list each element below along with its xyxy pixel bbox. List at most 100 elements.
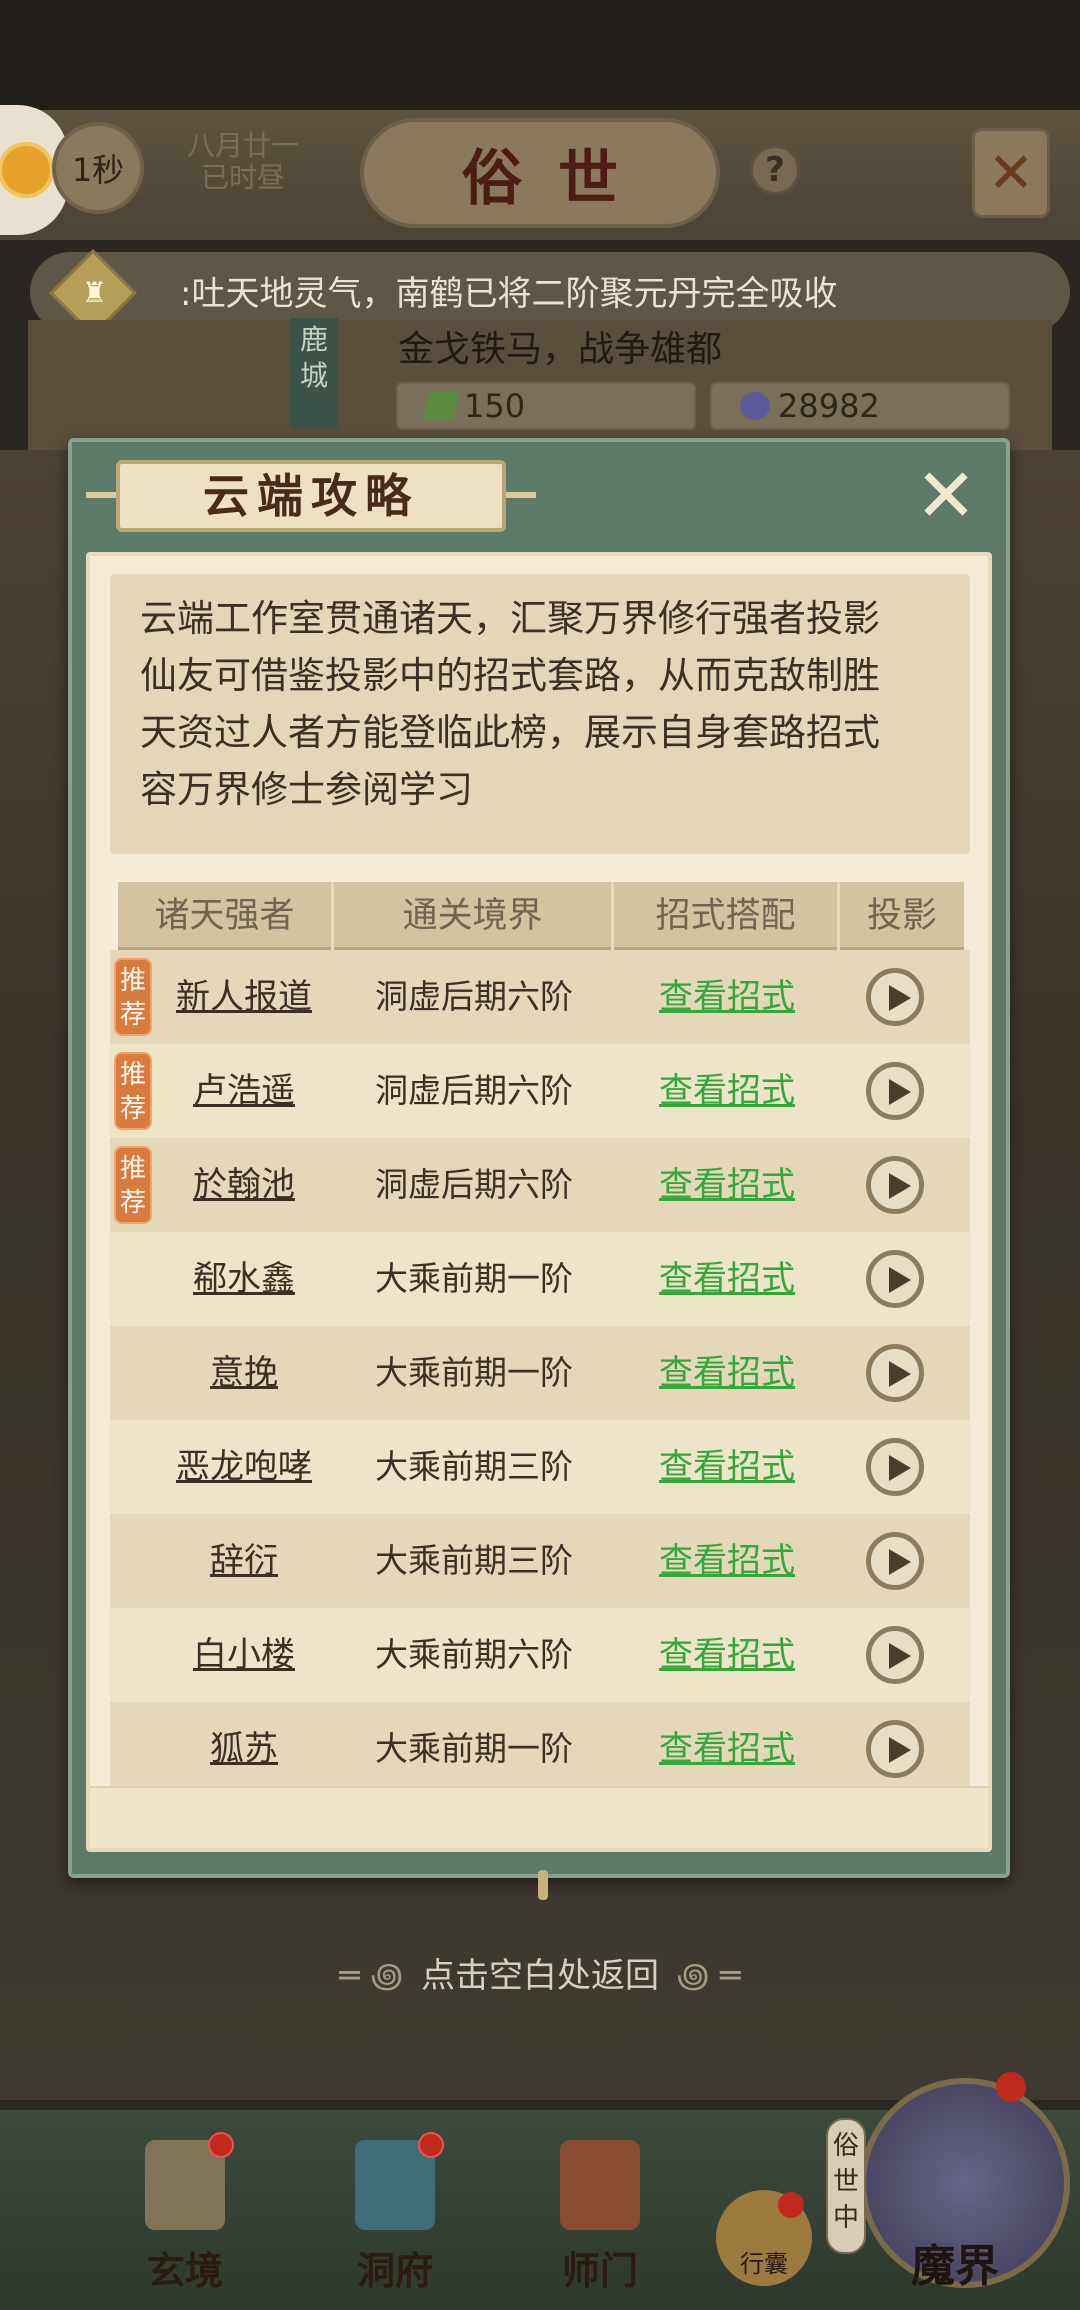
player-realm: 大乘前期六阶 [375,1635,573,1674]
resource-coin-value: 28982 [778,387,880,425]
notification-dot [418,2132,444,2158]
play-icon[interactable] [866,1156,924,1214]
player-realm: 大乘前期三阶 [375,1541,573,1580]
column-header-player: 诸天强者 [118,882,334,950]
nav-item-sect[interactable]: 师门 [535,2130,665,2300]
nav-item-mystic-realm[interactable]: 玄境 [120,2130,250,2300]
table-header: 诸天强者 通关境界 招式搭配 投影 [118,882,964,950]
current-world-tag: 俗世中 [826,2118,866,2254]
table-row: 推荐 於翰池 洞虚后期六阶 查看招式 [110,1138,970,1232]
description-line: 天资过人者方能登临此榜，展示自身套路招式 [140,711,880,754]
description-line: 容万界修士参阅学习 [140,768,473,811]
player-realm: 大乘前期一阶 [375,1353,573,1392]
jade-icon [423,392,459,420]
coin-icon [740,392,770,420]
player-name-link[interactable]: 意挽 [154,1326,334,1420]
nav-item-cave[interactable]: 洞府 [330,2130,460,2300]
player-name-link[interactable]: 白小楼 [154,1608,334,1702]
help-button[interactable]: ? [750,145,800,195]
player-realm: 洞虚后期六阶 [375,977,573,1016]
column-header-replay: 投影 [866,896,937,936]
tap-to-return-text: 点击空白处返回 [421,1956,659,1996]
player-name-link[interactable]: 於翰池 [154,1138,334,1232]
player-realm: 大乘前期三阶 [375,1447,573,1486]
demon-realm-label[interactable]: 魔界 [880,2230,1030,2294]
play-icon[interactable] [866,1062,924,1120]
tap-to-return-hint[interactable]: ═ ꩜ 点击空白处返回 ꩜ ═ [0,1948,1080,1999]
recommend-badge: 推荐 [114,958,152,1036]
table-row: 白小楼 大乘前期六阶 查看招式 [110,1608,970,1702]
scroll-ornament-icon: ꩜ ═ [677,1956,741,1996]
play-icon[interactable] [866,1626,924,1684]
close-icon[interactable]: ✕ [912,459,980,533]
play-icon[interactable] [866,1344,924,1402]
view-skills-link[interactable]: 查看招式 [614,1138,840,1232]
nav-label: 师门 [561,2248,638,2293]
resource-jade: 150 [396,382,696,430]
ticker-message: :吐天地灵气，南鹤已将二阶聚元丹完全吸收 [180,274,838,314]
recommend-badge: 推荐 [114,1052,152,1130]
table-row: 推荐 卢浩遥 洞虚后期六阶 查看招式 [110,1044,970,1138]
view-skills-link[interactable]: 查看招式 [614,1420,840,1514]
scroll-ornament-icon: ═ ꩜ [339,1956,403,1996]
status-bar [0,0,1080,110]
table-row: 郗水鑫 大乘前期一阶 查看招式 [110,1232,970,1326]
view-skills-link[interactable]: 查看招式 [614,1514,840,1608]
player-name-link[interactable]: 恶龙咆哮 [154,1420,334,1514]
player-name-link[interactable]: 狐苏 [154,1702,334,1796]
play-icon[interactable] [866,1438,924,1496]
column-header-skills: 招式搭配 [614,882,840,950]
world-title: 俗世 [360,118,720,228]
view-skills-link[interactable]: 查看招式 [614,1326,840,1420]
dialog-content: 云端工作室贯通诸天，汇聚万界修行强者投影 仙友可借鉴投影中的招式套路，从而克敌制… [86,552,992,1852]
bag-label: 行囊 [740,2250,788,2278]
table-row: 意挽 大乘前期一阶 查看招式 [110,1326,970,1420]
description-box: 云端工作室贯通诸天，汇聚万界修行强者投影 仙友可借鉴投影中的招式套路，从而克敌制… [110,574,970,854]
play-icon[interactable] [866,1720,924,1778]
crossed-swords-icon[interactable]: ✕ [972,128,1050,218]
player-name-link[interactable]: 辞衍 [154,1514,334,1608]
player-realm: 洞虚后期六阶 [375,1071,573,1110]
nav-label: 洞府 [356,2248,433,2293]
player-name-link[interactable]: 卢浩遥 [154,1044,334,1138]
banner-icon [560,2140,640,2230]
strategy-dialog: 云端攻略 ✕ 云端工作室贯通诸天，汇聚万界修行强者投影 仙友可借鉴投影中的招式套… [68,438,1010,1900]
player-name-link[interactable]: 新人报道 [154,950,334,1044]
scroll-knob-icon [538,1870,548,1900]
date-line-1: 八月廿一 [186,129,299,162]
ranking-table: 推荐 新人报道 洞虚后期六阶 查看招式 推荐 卢浩遥 洞虚后期六阶 查看招式 推… [110,950,970,1796]
notification-dot [208,2132,234,2158]
city-slogan: 金戈铁马，战争雄都 [398,329,723,370]
play-icon[interactable] [866,1532,924,1590]
player-name-link[interactable]: 郗水鑫 [154,1232,334,1326]
date-display: 八月廿一 已时昼 [168,130,318,194]
view-skills-link[interactable]: 查看招式 [614,1044,840,1138]
view-skills-link[interactable]: 查看招式 [614,1608,840,1702]
view-skills-link[interactable]: 查看招式 [614,950,840,1044]
notification-dot [996,2072,1026,2102]
play-icon[interactable] [866,1250,924,1308]
table-row: 狐苏 大乘前期一阶 查看招式 [110,1702,970,1796]
table-row: 恶龙咆哮 大乘前期三阶 查看招式 [110,1420,970,1514]
view-skills-link[interactable]: 查看招式 [614,1702,840,1796]
timer-display: 1秒 [52,122,144,214]
description-line: 云端工作室贯通诸天，汇聚万界修行强者投影 [140,597,880,640]
notification-dot [778,2192,804,2218]
player-realm: 大乘前期一阶 [375,1729,573,1768]
play-icon[interactable] [866,968,924,1026]
dialog-title: 云端攻略 [86,460,536,532]
resource-coin: 28982 [710,382,1010,430]
table-row: 推荐 新人报道 洞虚后期六阶 查看招式 [110,950,970,1044]
description-line: 仙友可借鉴投影中的招式套路，从而克敌制胜 [140,654,880,697]
date-line-2: 已时昼 [200,161,285,194]
table-row: 辞衍 大乘前期三阶 查看招式 [110,1514,970,1608]
recommend-badge: 推荐 [114,1146,152,1224]
column-header-realm: 通关境界 [334,882,614,950]
nav-label: 玄境 [146,2248,223,2293]
player-realm: 洞虚后期六阶 [375,1165,573,1204]
gamepad-icon [0,142,54,198]
view-skills-link[interactable]: 查看招式 [614,1232,840,1326]
resource-jade-value: 150 [464,387,526,425]
player-realm: 大乘前期一阶 [375,1259,573,1298]
bag-button[interactable]: 行囊 [716,2190,812,2286]
